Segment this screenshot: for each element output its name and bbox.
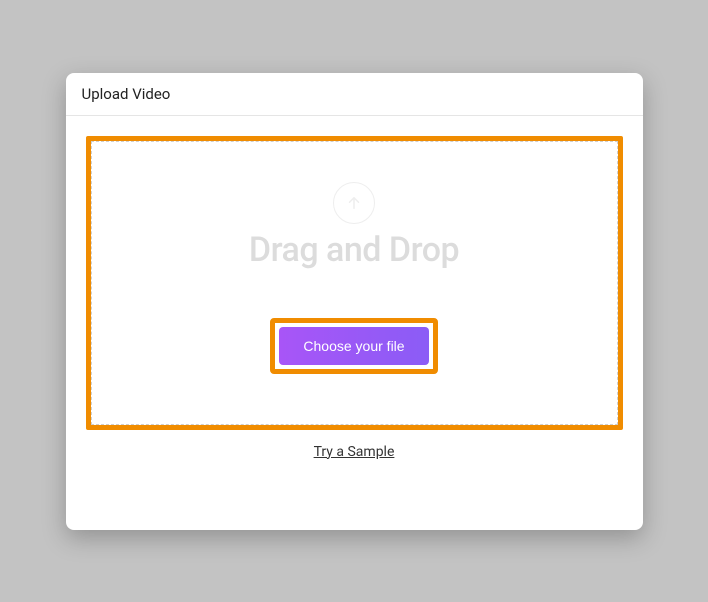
upload-video-modal: Upload Video Drag and Drop Choose your f… (66, 73, 643, 530)
choose-button-highlight: Choose your file (270, 318, 437, 374)
choose-file-button[interactable]: Choose your file (279, 327, 428, 365)
upload-arrow-icon (333, 182, 375, 224)
modal-footer-spacer (66, 480, 643, 530)
file-dropzone[interactable]: Drag and Drop Choose your file (91, 141, 618, 425)
dropzone-heading: Drag and Drop (112, 230, 597, 270)
modal-title: Upload Video (66, 73, 643, 116)
modal-body: Drag and Drop Choose your file Try a Sam… (66, 116, 643, 480)
dropzone-highlight: Drag and Drop Choose your file (86, 136, 623, 430)
try-sample-link[interactable]: Try a Sample (86, 444, 623, 460)
